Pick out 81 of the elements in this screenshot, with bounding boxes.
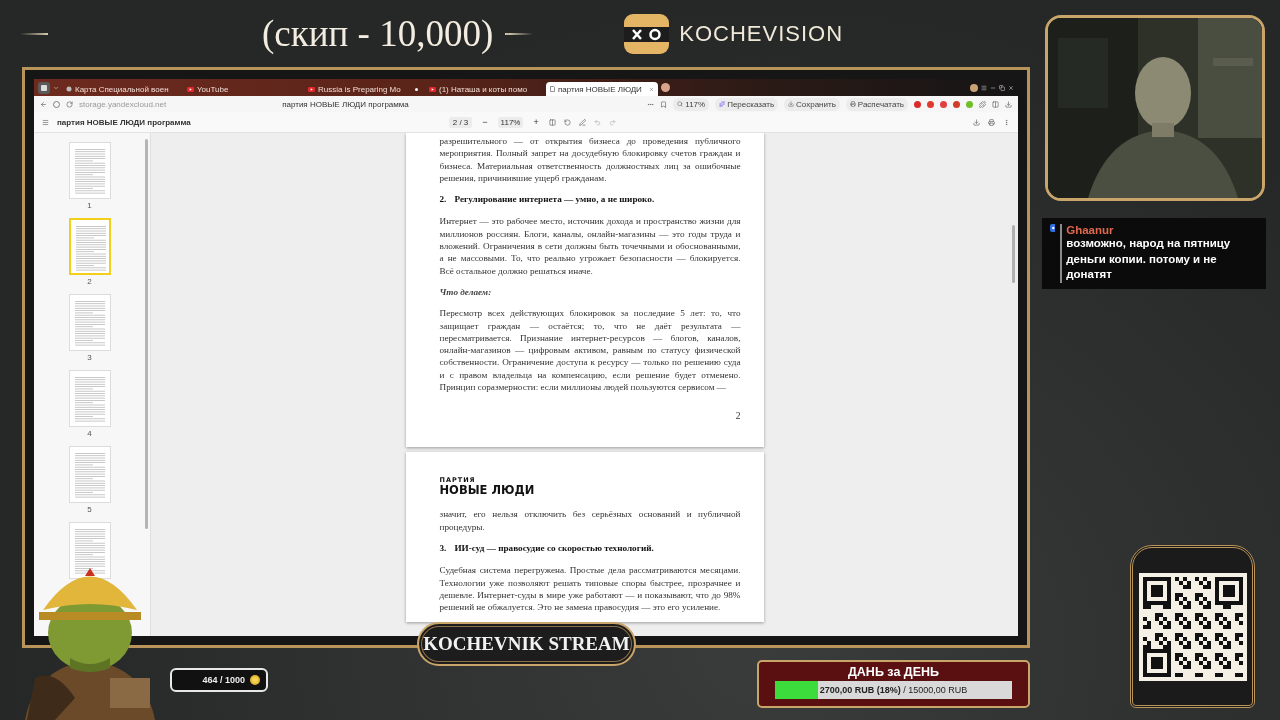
brand-name: KOCHEVISION [679,20,844,47]
document-title: партия НОВЫЕ ЛЮДИ программа [57,117,191,127]
minimize-icon[interactable] [990,84,996,91]
subheading: Что делаем: [439,285,493,299]
browser-tab[interactable]: (1) Наташа и коты помо [425,82,543,96]
back-icon[interactable] [40,100,47,108]
document-icon [550,86,555,92]
browser-icon[interactable] [38,81,50,94]
download-icon [788,101,795,107]
paragraph: Пересмотр всех действующих блокировок за последние 5 лет: то, что защищает граждан — остаётся; то, что не даёт результата — пересматривается. Признание интернет-ресурсов — блогов, каналов, онлайн-магазинов — цифровым активом, равным по статусу физической собственности. Ограничение доступа к ресурсу — только по решению суда и с правом владельца на компенсацию, если решение будет отменено. Принцип соразмерности: если миллионы людей пользуются сервисом — [439,307,741,394]
section-heading: Регулирование интернета — умно, а не широко. [454,193,655,206]
page-number: 5 [87,505,92,514]
chat-text: возможно, народ на пятницу деньги копии. потому и не донатят [1066,236,1232,282]
play-icon [308,86,315,92]
page-number: 4 [87,429,92,438]
sidebar-icon[interactable] [992,100,999,108]
page-number: 3 [87,353,92,362]
page-thumbnail[interactable] [68,142,111,199]
rotate-icon[interactable] [563,118,571,126]
chat-username: Ghaanur [1066,224,1115,236]
scrollbar[interactable] [1012,225,1015,283]
play-icon [187,86,194,92]
coin-icon [250,675,260,685]
page-number: 1 [87,201,92,210]
scrollbar[interactable] [145,139,148,529]
undo-icon[interactable] [593,118,601,126]
menu-icon[interactable] [981,84,987,91]
section-heading: ИИ-суд — правосудие со скоростью технологий. [454,541,654,555]
zoom-level[interactable]: 117% [497,116,524,128]
browser-tab[interactable]: Карта Специальной воен [62,82,180,96]
search-icon [677,101,684,107]
points-text: 464 / 1000 [202,675,245,685]
page-thumbnail[interactable] [68,294,111,351]
zoom-in-button[interactable]: + [531,117,541,127]
bookmark-icon[interactable] [660,100,668,108]
redo-icon[interactable] [608,118,616,126]
page-view-icon[interactable] [548,118,556,126]
page-title: партия НОВЫЕ ЛЮДИ программа [282,99,409,109]
paragraph: разрешительного — от открытия бизнеса до проведения публичного мероприятия. Полный запрет на досудебную блокировку счетов граждан и бизнеса. Материальная ответственность должностных лиц за ошибочные решения, причинившие ущерб гражданам. [439,135,741,185]
party-logo: НОВЫЕ ЛЮДИ [439,484,536,497]
menu-icon[interactable] [42,118,49,126]
paragraph: значит, его нельзя отключить без серьёзных оснований и публичной процедуры. [439,508,741,533]
printer-icon [849,101,856,107]
browser-tab[interactable]: партия НОВЫЕ ЛЮДИ [546,82,658,96]
browser-tab[interactable]: YouTube [183,82,301,96]
action-button[interactable]: Сохранить [784,97,840,111]
browser-tab[interactable]: Russia is Preparing Mo [304,82,422,96]
action-button[interactable]: Распечатать [845,97,908,111]
page-indicator[interactable]: 2 / 3 [448,116,473,128]
zoom-out-button[interactable]: − [480,117,490,127]
sparkle-icon [719,101,726,107]
close-icon[interactable] [649,86,654,92]
new-tab-icon[interactable] [661,83,670,92]
page-number: 2 [87,277,92,286]
zoom-button[interactable]: 117% [673,97,710,111]
goal-title: ДАНЬ за ДЕНЬ [847,664,940,681]
draw-icon[interactable] [578,118,586,126]
stream-title: (скип - 10,000) [262,12,494,55]
page-thumbnail[interactable] [68,446,111,503]
paragraph: Судебная система перегружена. Простые дела рассматриваются месяцами. Технологии уже позволяют решать типовые споры быстрее, прозрачнее и дешевле. Интернет-суды в мире уже работают — и показывают, что до 98% решений не обжалуется. Это не замена правосудия — это его усиление. [439,564,741,614]
play-icon [429,86,436,92]
download-icon[interactable] [973,118,980,126]
restore-icon[interactable] [999,84,1005,91]
paragraph: Интернет — это рабочее место, источник дохода и пространство жизни для миллионов россиян. Блоги, каналы, онлайн-магазины — это годы труда и вложений. Ограничения в сети должны быть точечными и обоснованными, а не массовыми. То, что реально угрожает безопасности — блокируется. Всё остальное должно решаться иначе. [439,215,741,277]
heading-number: 2. [439,193,447,206]
page-thumbnail[interactable] [68,370,111,427]
stream-badge: KOCHEVNIK STREAM [417,622,636,666]
download-icon[interactable] [1005,100,1012,108]
extensions-icon[interactable] [979,100,986,108]
reload-icon[interactable] [66,100,73,108]
heading-number: 3. [439,541,447,555]
chevron-down-icon[interactable] [53,84,59,91]
printer-icon[interactable] [988,118,995,126]
avatar-icon[interactable] [970,83,978,92]
logo-icon [624,13,670,54]
page-thumbnail[interactable] [68,218,111,275]
goal-reading: 2700,00 RUB (18%) / 15000,00 RUB [819,685,968,695]
action-button[interactable]: Пересказать [715,97,779,111]
page-number: 2 [734,411,741,422]
page-thumbnail[interactable] [68,522,111,579]
badge-icon [1050,224,1056,232]
